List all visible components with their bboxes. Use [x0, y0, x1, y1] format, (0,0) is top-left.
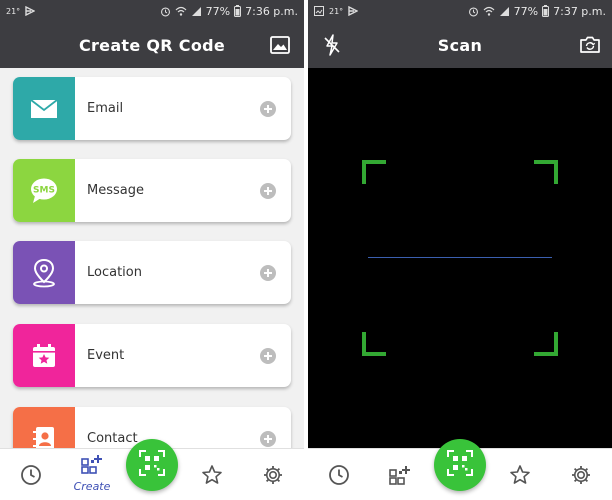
contact-book-icon	[13, 407, 75, 448]
battery-percent: 77%	[205, 4, 231, 18]
sms-bubble-icon: SMS	[13, 159, 75, 222]
scan-screen: 21° 77% 7:37 p.m. Scan	[308, 0, 612, 500]
status-bar: 21° 77% 7:37 p.m.	[308, 0, 612, 22]
clock-icon[interactable]	[17, 461, 45, 489]
bottom-navigation: Create	[0, 439, 304, 500]
item-label: Email	[87, 101, 124, 116]
clock-time: 7:36 p.m.	[245, 4, 298, 18]
envelope-icon	[13, 77, 75, 140]
battery-icon	[234, 5, 242, 17]
svg-text:SMS: SMS	[33, 185, 55, 195]
gallery-notification-icon	[314, 6, 324, 16]
star-icon[interactable]	[506, 461, 534, 489]
add-plus-icon[interactable]	[260, 348, 276, 364]
viewfinder-corner-bottom-right	[534, 332, 558, 356]
page-title: Create QR Code	[78, 35, 226, 55]
signal-icon	[499, 6, 510, 17]
add-plus-icon[interactable]	[260, 431, 276, 447]
app-bar: Scan	[308, 22, 612, 68]
scan-line	[368, 257, 552, 258]
scan-fab-button[interactable]	[126, 439, 178, 491]
list-item-location[interactable]: Location	[13, 241, 291, 304]
scan-fab-button[interactable]	[434, 439, 486, 491]
item-label: Message	[87, 183, 144, 198]
create-options-list: Email SMS Message Location Event Contact	[0, 68, 304, 448]
gear-icon[interactable]	[567, 461, 595, 489]
wifi-icon	[175, 6, 187, 17]
create-screen: 21° 77% 7:36 p.m. Create QR Code Email S…	[0, 0, 304, 500]
signal-icon	[191, 6, 202, 17]
add-plus-icon[interactable]	[260, 265, 276, 281]
viewfinder-corner-bottom-left	[362, 332, 386, 356]
map-pin-icon	[13, 241, 75, 304]
calendar-star-icon	[13, 324, 75, 387]
viewfinder-corner-top-left	[362, 160, 386, 184]
qr-scan-icon	[139, 450, 165, 480]
list-item-event[interactable]: Event	[13, 324, 291, 387]
image-icon[interactable]	[268, 33, 292, 57]
list-item-email[interactable]: Email	[13, 77, 291, 140]
alarm-icon	[160, 6, 171, 17]
camera-switch-icon[interactable]	[578, 33, 602, 57]
alarm-icon	[468, 6, 479, 17]
viewfinder-corner-top-right	[534, 160, 558, 184]
qr-plus-icon[interactable]	[386, 461, 414, 489]
clock-icon[interactable]	[325, 461, 353, 489]
wifi-icon	[483, 6, 495, 17]
gear-icon[interactable]	[259, 461, 287, 489]
battery-percent: 77%	[513, 4, 539, 18]
app-bar: Create QR Code	[0, 22, 304, 68]
qr-scan-icon	[447, 450, 473, 480]
temperature-text: 21°	[329, 6, 344, 16]
nav-create-tab[interactable]: Create	[68, 453, 116, 499]
notification-icon	[25, 6, 36, 16]
flash-off-icon[interactable]	[320, 33, 344, 57]
qr-plus-icon	[80, 453, 104, 479]
star-icon[interactable]	[198, 461, 226, 489]
item-label: Location	[87, 265, 142, 280]
notification-icon	[348, 6, 359, 16]
nav-create-label: Create	[73, 480, 111, 493]
temperature-text: 21°	[6, 6, 21, 16]
add-plus-icon[interactable]	[260, 101, 276, 117]
bottom-navigation	[308, 439, 612, 500]
page-title: Scan	[437, 35, 483, 55]
camera-viewfinder[interactable]	[308, 68, 612, 448]
status-bar: 21° 77% 7:36 p.m.	[0, 0, 304, 22]
clock-time: 7:37 p.m.	[553, 4, 606, 18]
item-label: Event	[87, 348, 125, 363]
battery-icon	[542, 5, 550, 17]
item-label: Contact	[87, 431, 138, 446]
list-item-message[interactable]: SMS Message	[13, 159, 291, 222]
add-plus-icon[interactable]	[260, 183, 276, 199]
